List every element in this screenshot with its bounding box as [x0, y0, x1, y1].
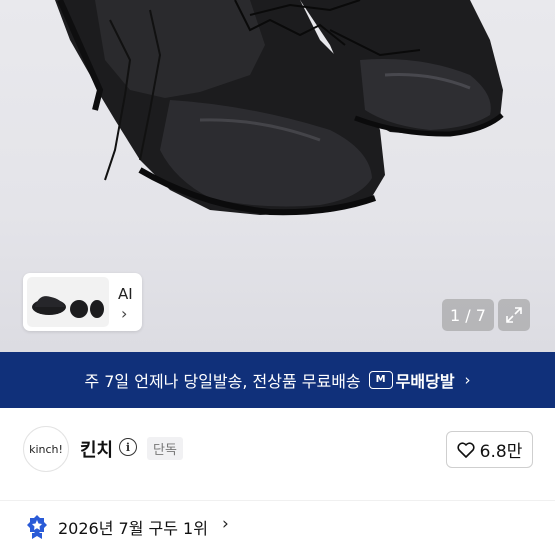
shipping-promo-banner[interactable]: 주 7일 언제나 당일발송, 전상품 무료배송 M 무배당발 › — [0, 352, 555, 408]
like-count: 6.8만 — [479, 442, 523, 462]
ranking-row[interactable]: 2026년 7월 구두 1위 › — [0, 500, 555, 556]
chevron-right-icon: › — [464, 371, 471, 389]
promo-text: 주 7일 언제나 당일발송, 전상품 무료배송 — [84, 372, 361, 391]
thumbnail-image — [27, 277, 109, 327]
info-icon[interactable]: i — [119, 438, 137, 456]
heart-icon — [457, 441, 475, 458]
seller-avatar[interactable]: kinch! — [23, 426, 69, 472]
ai-label: AI — [118, 285, 133, 303]
chevron-right-icon: › — [121, 304, 128, 323]
product-image-gallery[interactable]: AI › 1 / 7 — [0, 0, 555, 352]
expand-button[interactable] — [498, 299, 530, 331]
no-ship-badge: M 무배당발 — [368, 368, 455, 392]
chevron-right-icon: › — [222, 514, 229, 534]
expand-icon — [506, 307, 522, 323]
image-page-counter: 1 / 7 — [442, 299, 494, 331]
seller-name[interactable]: 킨치 — [80, 436, 113, 462]
like-button[interactable]: 6.8만 — [446, 431, 533, 468]
ranking-text: 2026년 7월 구두 1위 — [58, 519, 208, 538]
ai-thumbnail-card[interactable]: AI › — [23, 273, 142, 331]
delivery-badge-icon: M — [368, 371, 393, 389]
seller-row: kinch! 킨치 i 단독 6.8만 — [0, 408, 555, 486]
thumbnail-shoes — [32, 296, 104, 318]
rank-medal-icon — [27, 515, 47, 539]
exclusive-badge: 단독 — [147, 437, 183, 460]
badge-label: 무배당발 — [395, 372, 455, 391]
